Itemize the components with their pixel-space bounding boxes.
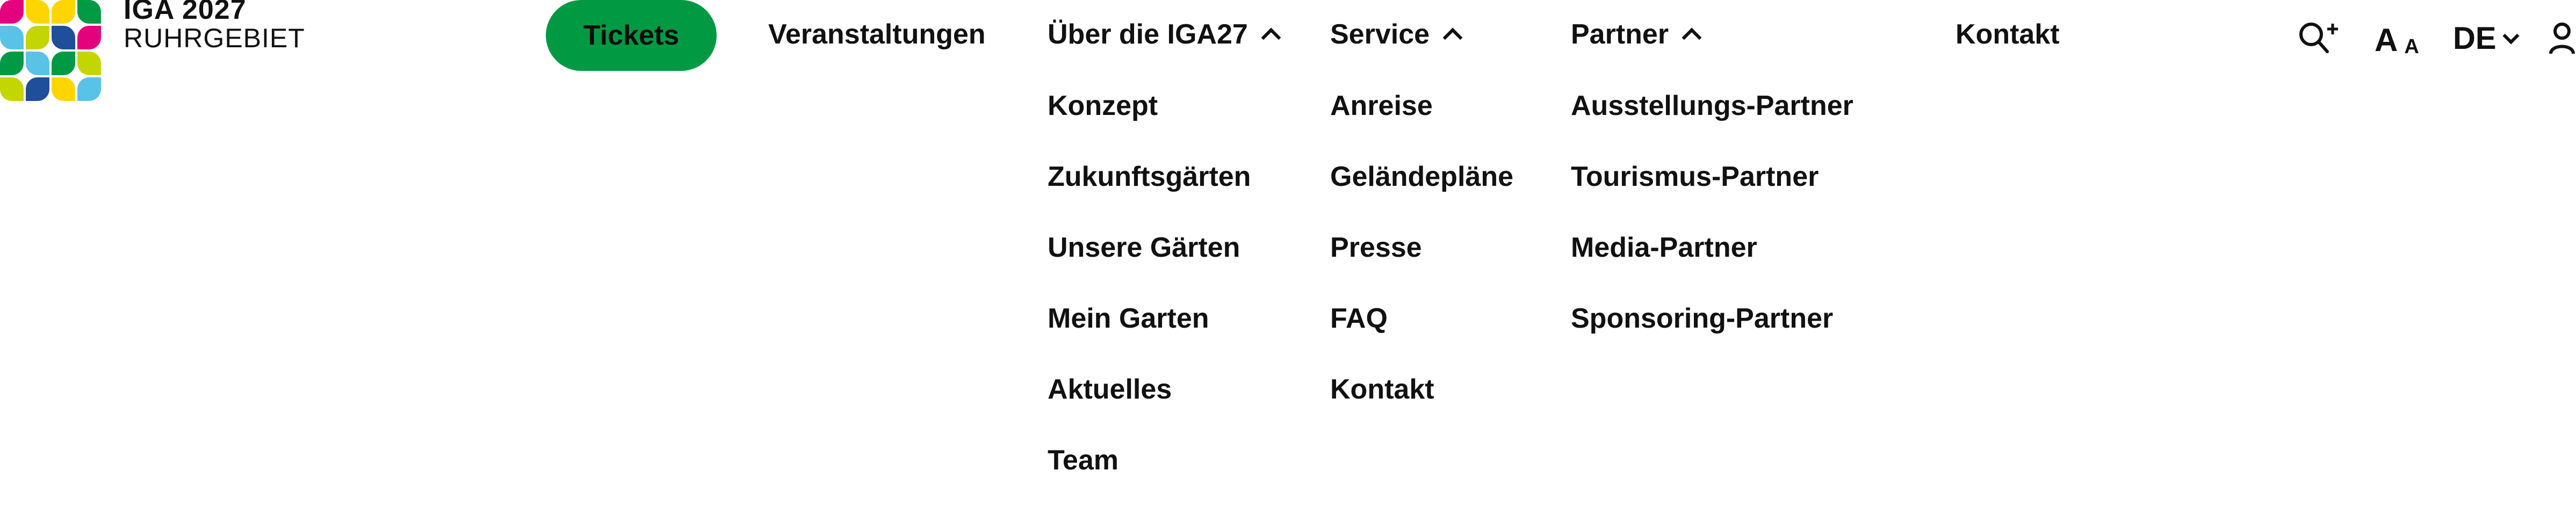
logo-petal [26,0,49,24]
logo-petal [26,26,49,49]
submenu-item[interactable]: Zukunftsgärten [1048,160,1251,230]
submenu-item[interactable]: Kontakt [1330,372,1513,443]
chevron-down-icon [2502,27,2520,45]
font-size-large-label: A [2375,22,2398,58]
logo[interactable] [0,0,102,102]
nav-ueber-label: Über die IGA27 [1048,19,1248,50]
submenu-item[interactable]: Tourismus-Partner [1571,160,1853,230]
submenu-ueber: Konzept Zukunftsgärten Unsere Gärten Mei… [1048,89,1251,514]
nav-kontakt[interactable]: Kontakt [1956,18,2060,50]
submenu-item[interactable]: Ausstellungs-Partner [1571,89,1853,160]
account-button[interactable] [2549,21,2575,55]
search-plus-icon [2299,23,2338,53]
submenu-item[interactable]: Team [1048,443,1251,514]
chevron-up-icon [1261,27,1281,48]
logo-petal [77,52,101,75]
font-size-toggle[interactable]: A A [2375,21,2419,59]
submenu-item[interactable]: Presse [1330,230,1513,301]
chevron-up-icon [1682,27,1702,48]
nav-veranstaltungen[interactable]: Veranstaltungen [768,18,986,50]
submenu-item[interactable]: FAQ [1330,301,1513,372]
nav-service[interactable]: Service [1330,18,1463,50]
logo-petal [77,77,101,101]
language-label: DE [2453,21,2496,56]
logo-petal [52,52,75,75]
font-size-small-label: A [2404,35,2419,58]
logo-petal [52,77,75,101]
submenu-item[interactable]: Geländepläne [1330,160,1513,230]
logo-petal [26,77,49,101]
user-icon [2549,23,2575,54]
language-selector[interactable]: DE [2453,20,2520,56]
nav-partner-label: Partner [1571,19,1669,50]
tickets-button[interactable]: Tickets [546,0,717,71]
logo-petal [0,26,24,49]
submenu-item[interactable]: Sponsoring-Partner [1571,301,1853,372]
nav-kontakt-label: Kontakt [1956,19,2060,50]
nav-partner[interactable]: Partner [1571,18,1702,50]
nav-veranstaltungen-label: Veranstaltungen [768,19,986,50]
search-button[interactable] [2297,20,2340,55]
nav-service-label: Service [1330,19,1430,50]
submenu-item[interactable]: Konzept [1048,89,1251,160]
brand-line-1: IGA 2027 [124,0,247,25]
logo-petal [77,26,101,49]
brand-wordmark[interactable]: IGA 2027 RUHRGEBIET [124,0,305,52]
brand-line-2: RUHRGEBIET [124,23,305,53]
submenu-service: Anreise Geländepläne Presse FAQ Kontakt [1330,89,1513,443]
submenu-partner: Ausstellungs-Partner Tourismus-Partner M… [1571,89,1853,372]
submenu-item[interactable]: Aktuelles [1048,372,1251,443]
tickets-label: Tickets [583,20,680,51]
submenu-item[interactable]: Media-Partner [1571,230,1853,301]
logo-petal [0,52,24,75]
logo-petal [52,0,75,24]
submenu-item[interactable]: Unsere Gärten [1048,230,1251,301]
logo-petal [0,0,24,24]
nav-ueber-die-iga27[interactable]: Über die IGA27 [1048,18,1281,50]
logo-petal [77,0,101,24]
logo-petal [26,52,49,75]
submenu-item[interactable]: Mein Garten [1048,301,1251,372]
submenu-item[interactable]: Anreise [1330,89,1513,160]
chevron-up-icon [1442,27,1463,48]
logo-petal [0,77,24,101]
logo-petal [52,26,75,49]
